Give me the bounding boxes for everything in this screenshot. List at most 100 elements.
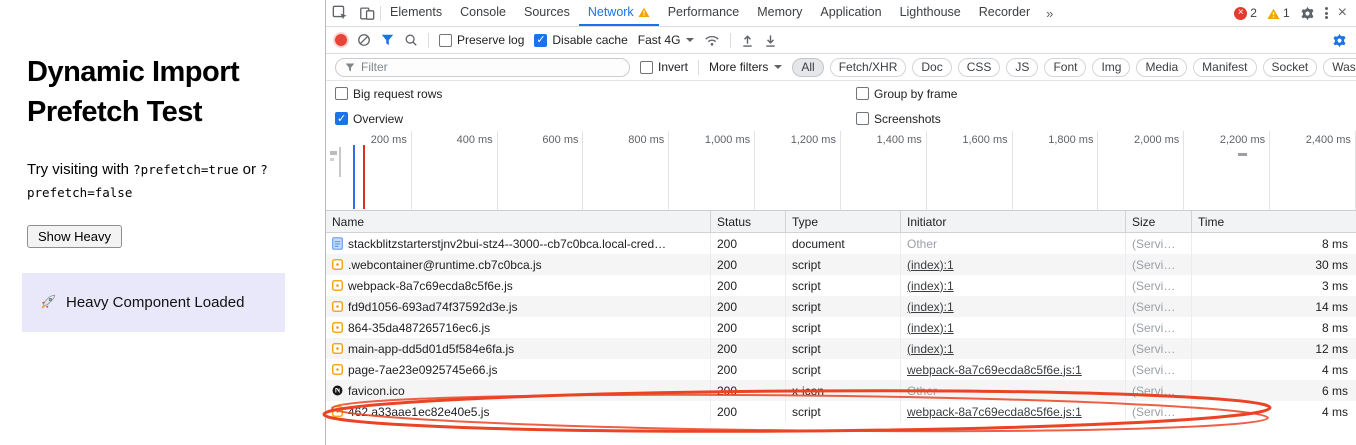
size-cell: (Servi… [1126, 296, 1192, 317]
inspect-element-icon[interactable] [326, 0, 353, 26]
filter-toggle-icon[interactable] [381, 34, 394, 46]
table-row[interactable]: main-app-dd5d01d5f584e6fa.js 200 script … [326, 338, 1356, 359]
options-row-1: Big request rows Group by frame [326, 81, 1356, 106]
show-heavy-button[interactable]: Show Heavy [27, 225, 122, 248]
table-row[interactable]: 864-35da487265716ec6.js 200 script (inde… [326, 317, 1356, 338]
column-header-time[interactable]: Time [1192, 211, 1356, 232]
tab-performance[interactable]: Performance [659, 0, 749, 26]
chip-css[interactable]: CSS [958, 58, 1001, 77]
network-settings-gear-icon[interactable] [1332, 33, 1347, 48]
chip-all[interactable]: All [792, 58, 823, 77]
filter-input[interactable] [361, 60, 620, 74]
table-row[interactable]: .webcontainer@runtime.cb7c0bca.js 200 sc… [326, 254, 1356, 275]
request-name: fd9d1056-693ad74f37592d3e.js [348, 300, 518, 314]
settings-gear-icon[interactable] [1300, 6, 1315, 21]
chip-js[interactable]: JS [1006, 58, 1038, 77]
table-row[interactable]: fd9d1056-693ad74f37592d3e.js 200 script … [326, 296, 1356, 317]
request-name-cell: favicon.ico [326, 380, 711, 401]
error-icon [1234, 7, 1247, 20]
initiator-link[interactable]: (index):1 [907, 300, 954, 314]
filter-input-box[interactable] [335, 58, 630, 77]
initiator-link[interactable]: webpack-8a7c69ecda8c5f6e.js:1 [907, 363, 1082, 377]
timeline-tick: 2,400 ms [1270, 131, 1356, 210]
table-row[interactable]: stackblitzstarterstjnv2bui-stz4--3000--c… [326, 233, 1356, 254]
tab-recorder[interactable]: Recorder [970, 0, 1039, 26]
disable-cache-checkbox[interactable]: Disable cache [534, 33, 627, 47]
screenshots-checkbox[interactable]: Screenshots [856, 112, 941, 126]
size-cell: (Servi… [1126, 317, 1192, 338]
invert-input[interactable] [640, 61, 653, 74]
export-har-icon[interactable] [764, 34, 777, 47]
column-header-status[interactable]: Status [711, 211, 786, 232]
clear-network-log-icon[interactable] [357, 33, 371, 47]
chip-font[interactable]: Font [1044, 58, 1086, 77]
close-devtools-icon[interactable]: × [1338, 5, 1347, 21]
initiator-link[interactable]: (index):1 [907, 342, 954, 356]
preserve-log-checkbox[interactable]: Preserve log [439, 33, 524, 47]
screenshots-input[interactable] [856, 112, 869, 125]
initiator-cell: Other [901, 233, 1126, 254]
tab-memory[interactable]: Memory [748, 0, 811, 26]
error-count: 2 [1250, 6, 1257, 20]
tab-console[interactable]: Console [451, 0, 515, 26]
options-row-2: Overview Screenshots [326, 106, 1356, 131]
screenshots-label: Screenshots [874, 112, 941, 126]
table-row[interactable]: favicon.ico 200 x-icon Other (Servi… 6 m… [326, 380, 1356, 401]
chip-doc[interactable]: Doc [912, 58, 951, 77]
tab-application[interactable]: Application [811, 0, 890, 26]
tab-network[interactable]: Network [579, 0, 659, 26]
chip-img[interactable]: Img [1092, 58, 1130, 77]
column-header-type[interactable]: Type [786, 211, 901, 232]
throttling-dropdown[interactable]: Fast 4G [638, 33, 695, 47]
preserve-log-input[interactable] [439, 34, 452, 47]
timeline-tick: 1,400 ms [841, 131, 927, 210]
requests-table-body: stackblitzstarterstjnv2bui-stz4--3000--c… [326, 233, 1356, 422]
group-by-frame-checkbox[interactable]: Group by frame [856, 87, 957, 101]
status-cell: 200 [711, 317, 786, 338]
warning-count-badge[interactable]: 1 [1267, 6, 1290, 20]
column-header-name[interactable]: Name [326, 211, 711, 232]
app-preview-pane: Dynamic Import Prefetch Test Try visitin… [0, 0, 325, 445]
device-toolbar-icon[interactable] [353, 0, 380, 26]
screen: Dynamic Import Prefetch Test Try visitin… [0, 0, 1356, 445]
invert-checkbox[interactable]: Invert [640, 60, 688, 74]
time-cell: 6 ms [1192, 380, 1356, 401]
overview-checkbox[interactable]: Overview [335, 112, 403, 126]
chip-fetch-xhr[interactable]: Fetch/XHR [830, 58, 907, 77]
request-name: .webcontainer@runtime.cb7c0bca.js [348, 258, 542, 272]
record-network-log-button[interactable] [335, 34, 347, 46]
import-har-icon[interactable] [741, 34, 754, 47]
kebab-menu-icon[interactable] [1325, 6, 1328, 21]
network-overview-timeline[interactable]: 200 ms 400 ms 600 ms 800 ms 1,000 ms 1,2… [326, 131, 1356, 211]
initiator-link[interactable]: (index):1 [907, 321, 954, 335]
big-request-rows-checkbox[interactable]: Big request rows [335, 87, 442, 101]
type-cell: x-icon [786, 380, 901, 401]
initiator-link[interactable]: webpack-8a7c69ecda8c5f6e.js:1 [907, 405, 1082, 419]
tab-sources[interactable]: Sources [515, 0, 579, 26]
overview-input[interactable] [335, 112, 348, 125]
column-header-initiator[interactable]: Initiator [901, 211, 1126, 232]
column-header-size[interactable]: Size [1126, 211, 1192, 232]
big-request-rows-input[interactable] [335, 87, 348, 100]
chip-manifest[interactable]: Manifest [1193, 58, 1256, 77]
tab-label: Lighthouse [900, 5, 961, 19]
chip-socket[interactable]: Socket [1263, 58, 1318, 77]
error-count-badge[interactable]: 2 [1234, 6, 1257, 20]
disable-cache-input[interactable] [534, 34, 547, 47]
initiator-link[interactable]: (index):1 [907, 279, 954, 293]
chip-wasm[interactable]: Wasm [1323, 58, 1356, 77]
initiator-link[interactable]: (index):1 [907, 258, 954, 272]
group-by-frame-input[interactable] [856, 87, 869, 100]
tab-lighthouse[interactable]: Lighthouse [891, 0, 970, 26]
chip-media[interactable]: Media [1136, 58, 1187, 77]
table-row[interactable]: page-7ae23e0925745e66.js 200 script webp… [326, 359, 1356, 380]
tab-elements[interactable]: Elements [381, 0, 451, 26]
table-row[interactable]: webpack-8a7c69ecda8c5f6e.js 200 script (… [326, 275, 1356, 296]
more-filters-dropdown[interactable]: More filters [709, 60, 782, 74]
more-tabs-button[interactable]: » [1039, 0, 1060, 26]
search-icon[interactable] [404, 33, 418, 47]
table-row-highlighted[interactable]: 462.a33aae1ec82e40e5.js 200 script webpa… [326, 401, 1356, 422]
network-warning-icon [638, 7, 650, 17]
network-conditions-icon[interactable] [704, 34, 720, 47]
tab-label: Elements [390, 5, 442, 19]
